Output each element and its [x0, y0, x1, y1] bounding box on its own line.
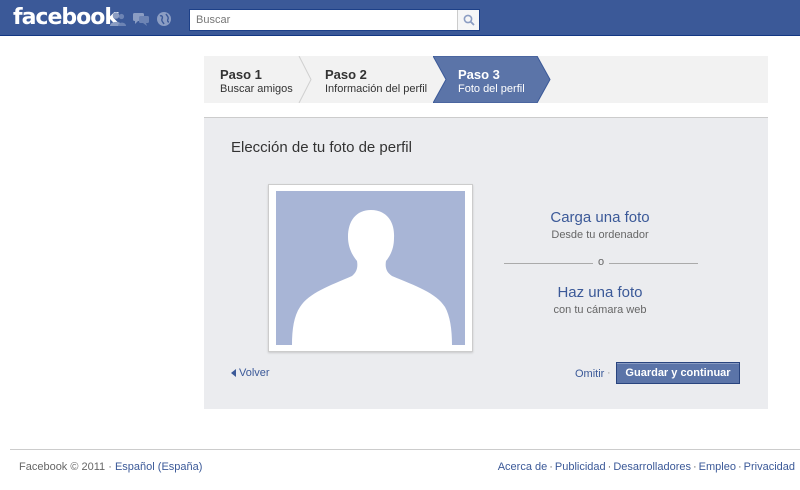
- panel-title: Elección de tu foto de perfil: [231, 139, 412, 156]
- search-button[interactable]: [457, 10, 479, 30]
- default-avatar-silhouette: [276, 191, 465, 345]
- profile-photo-frame: [268, 184, 473, 352]
- upload-photo-subtitle: Desde tu ordenador: [551, 229, 649, 241]
- step-1-subtitle: Buscar amigos: [220, 83, 293, 95]
- step-1: Paso 1 Buscar amigos: [204, 56, 302, 103]
- jewels: [109, 10, 173, 28]
- upload-photo-option: Carga una foto Desde tu ordenador: [500, 209, 700, 241]
- search-box: [189, 9, 480, 31]
- facebook-logo[interactable]: facebook: [13, 4, 119, 32]
- language-link[interactable]: Español (España): [115, 461, 202, 473]
- step-3: Paso 3 Foto del perfil: [442, 56, 542, 103]
- notifications-globe-icon[interactable]: [155, 10, 173, 28]
- step-3-title: Paso 3: [458, 67, 500, 82]
- footer-link-about[interactable]: Acerca de: [498, 461, 548, 473]
- take-photo-link[interactable]: Haz una foto: [500, 284, 700, 301]
- profile-photo-panel: Elección de tu foto de perfil Carga una …: [204, 117, 768, 409]
- search-input[interactable]: [190, 10, 456, 30]
- back-link[interactable]: Volver: [231, 367, 270, 379]
- skip-link[interactable]: Omitir: [575, 368, 604, 380]
- messages-icon[interactable]: [132, 10, 150, 28]
- step-1-title: Paso 1: [220, 67, 262, 82]
- footer-link-advertising[interactable]: Publicidad: [555, 461, 606, 473]
- copyright: Facebook © 2011 ·: [19, 461, 112, 473]
- dot-separator: ·: [607, 367, 611, 379]
- webcam-photo-option: Haz una foto con tu cámara web: [500, 284, 700, 316]
- or-label: o: [593, 256, 609, 268]
- back-label: Volver: [239, 367, 270, 379]
- footer-divider: [10, 449, 800, 450]
- footer-left: Facebook © 2011 · Español (España): [19, 461, 202, 473]
- step-progress-bar: Paso 1 Buscar amigos Paso 2 Información …: [204, 56, 768, 103]
- step-2-subtitle: Información del perfil: [325, 83, 428, 95]
- take-photo-subtitle: con tu cámara web: [553, 304, 647, 316]
- footer-link-privacy[interactable]: Privacidad: [744, 461, 795, 473]
- step-3-subtitle: Foto del perfil: [458, 83, 525, 95]
- footer-links: Acerca de · Publicidad · Desarrolladores · Emp…: [497, 461, 795, 473]
- search-icon: [463, 14, 475, 26]
- save-and-continue-button[interactable]: Guardar y continuar: [616, 362, 740, 384]
- back-arrow-icon: [231, 369, 236, 377]
- footer-link-careers[interactable]: Empleo: [699, 461, 736, 473]
- upload-photo-link[interactable]: Carga una foto: [500, 209, 700, 226]
- step-2-title: Paso 2: [325, 67, 367, 82]
- friend-requests-icon[interactable]: [109, 10, 127, 28]
- top-bar: facebook: [0, 0, 800, 36]
- step-2: Paso 2 Información del perfil: [309, 56, 433, 103]
- footer-link-developers[interactable]: Desarrolladores: [613, 461, 691, 473]
